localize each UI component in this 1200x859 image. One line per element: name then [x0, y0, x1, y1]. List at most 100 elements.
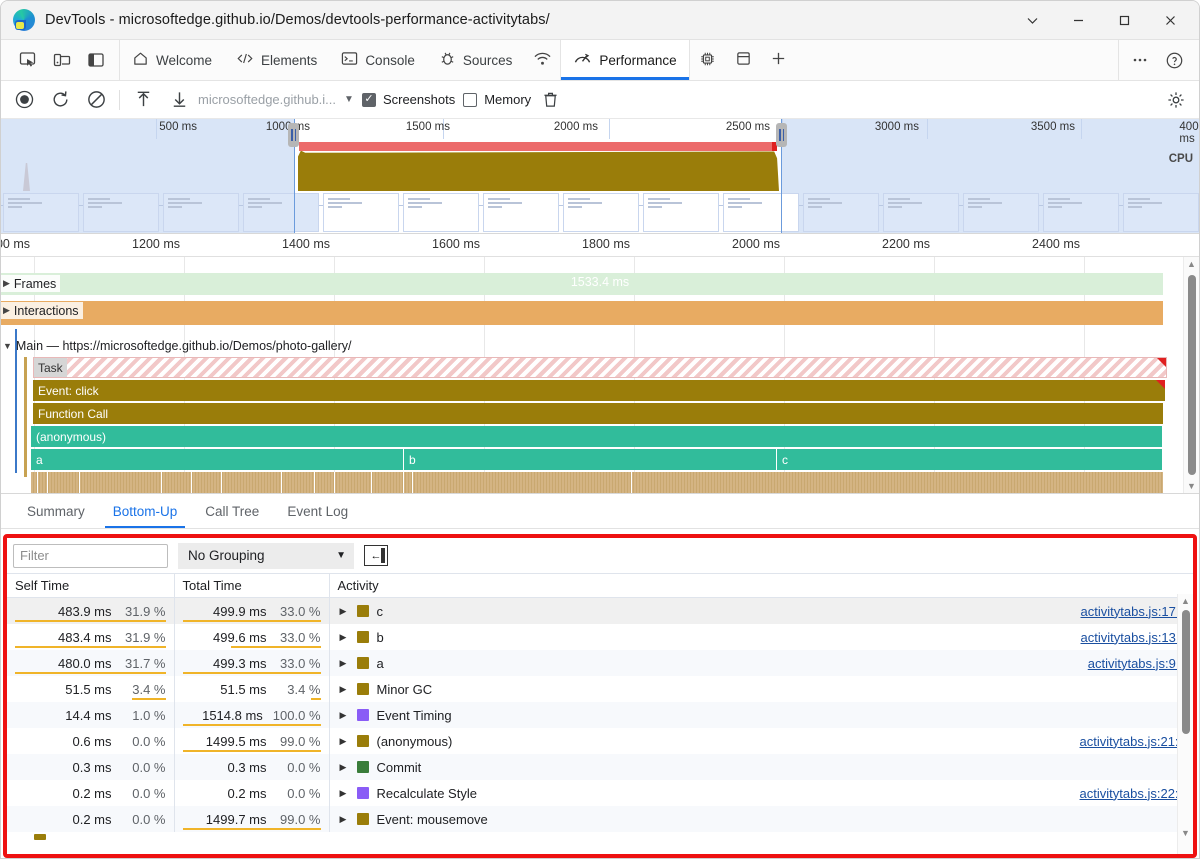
expand-triangle-icon[interactable]: ▶ — [340, 762, 349, 773]
expand-triangle-icon[interactable]: ▶ — [340, 606, 349, 617]
tab-summary[interactable]: Summary — [13, 494, 99, 528]
flame-bar-minor-gc-row[interactable] — [31, 472, 1163, 493]
table-row-partial[interactable] — [7, 832, 1193, 842]
recorded-url-dropdown[interactable]: microsoftedge.github.i... ▼ — [198, 92, 354, 107]
window-more-button[interactable] — [1009, 1, 1055, 39]
record-icon[interactable] — [7, 85, 41, 115]
filmstrip-screenshot[interactable] — [643, 193, 719, 232]
table-row[interactable]: 0.2 ms 0.0 % 1499.7 ms 99.0 % ▶ Event: mous… — [7, 806, 1193, 832]
source-link[interactable]: activitytabs.js:22:44 — [1080, 786, 1193, 801]
track-header-frames[interactable]: ▶ Frames — [1, 275, 61, 292]
flame-bar-function-call[interactable]: Function Call — [33, 403, 1163, 424]
table-row[interactable]: 483.4 ms 31.9 % 499.6 ms 33.0 % ▶ b activit… — [7, 624, 1193, 650]
clear-icon[interactable] — [79, 85, 113, 115]
filmstrip-screenshot[interactable] — [243, 193, 319, 232]
tab-welcome[interactable]: Welcome — [120, 40, 224, 80]
track-interactions-band[interactable] — [1, 301, 1163, 325]
overview-left-handle[interactable] — [288, 123, 299, 147]
collapse-caret-icon[interactable]: ▼ — [3, 341, 12, 351]
table-scrollbar[interactable]: ▲ ▼ — [1177, 594, 1193, 854]
memory-checkbox[interactable]: Memory — [463, 92, 531, 107]
scroll-up-arrow-icon[interactable]: ▲ — [1184, 257, 1199, 271]
column-header-total-time[interactable]: Total Time — [173, 573, 329, 598]
column-header-activity[interactable]: Activity — [328, 573, 1193, 598]
expand-triangle-icon[interactable]: ▶ — [340, 788, 349, 799]
window-close-button[interactable] — [1147, 1, 1193, 39]
tab-event-log[interactable]: Event Log — [273, 494, 362, 528]
reload-record-icon[interactable] — [43, 85, 77, 115]
expand-triangle-icon[interactable]: ▶ — [340, 814, 349, 825]
window-maximize-button[interactable] — [1101, 1, 1147, 39]
table-row[interactable]: 14.4 ms 1.0 % 1514.8 ms 100.0 % ▶ Event Tim… — [7, 702, 1193, 728]
filmstrip-screenshot[interactable] — [563, 193, 639, 232]
flame-bar-b[interactable]: b — [404, 449, 776, 470]
flame-bar-event-click[interactable]: Event: click — [33, 380, 1165, 401]
scroll-down-arrow-icon[interactable]: ▼ — [1184, 479, 1199, 493]
overview-right-handle[interactable] — [776, 123, 787, 147]
tab-network[interactable] — [524, 40, 561, 80]
tab-memory[interactable] — [689, 40, 726, 80]
filter-input[interactable] — [13, 543, 168, 568]
upload-profile-icon[interactable] — [126, 85, 160, 115]
flame-bar-a[interactable]: a — [31, 449, 403, 470]
filmstrip-screenshot[interactable] — [1043, 193, 1119, 232]
filmstrip-screenshot[interactable] — [803, 193, 879, 232]
tab-console[interactable]: Console — [329, 40, 427, 80]
expand-triangle-icon[interactable]: ▶ — [340, 684, 349, 695]
overview-filmstrip[interactable] — [1, 192, 1199, 233]
filmstrip-screenshot[interactable] — [83, 193, 159, 232]
screenshots-checkbox[interactable]: Screenshots — [361, 92, 455, 107]
expand-triangle-icon[interactable]: ▶ — [340, 736, 349, 747]
filmstrip-screenshot[interactable] — [483, 193, 559, 232]
table-row[interactable]: 51.5 ms 3.4 % 51.5 ms 3.4 % ▶ Minor GC — [7, 676, 1193, 702]
device-toolbar-icon[interactable] — [45, 45, 79, 75]
table-row[interactable]: 0.2 ms 0.0 % 0.2 ms 0.0 % ▶ Recalculate Sty… — [7, 780, 1193, 806]
expand-caret-icon[interactable]: ▶ — [3, 305, 10, 316]
table-row[interactable]: 480.0 ms 31.7 % 499.3 ms 33.0 % ▶ a activit… — [7, 650, 1193, 676]
grouping-dropdown[interactable]: No Grouping ▼ — [178, 542, 354, 569]
help-question-icon[interactable] — [1157, 45, 1191, 75]
filmstrip-screenshot[interactable] — [323, 193, 399, 232]
table-row[interactable]: 483.9 ms 31.9 % 499.9 ms 33.0 % ▶ c activit… — [7, 597, 1193, 624]
tab-add-panel-button[interactable] — [761, 40, 796, 80]
track-header-main[interactable]: ▼ Main — https://microsoftedge.github.io… — [1, 337, 356, 354]
expand-triangle-icon[interactable]: ▶ — [340, 710, 349, 721]
scroll-down-arrow-icon[interactable]: ▼ — [1178, 826, 1193, 840]
flame-bar-anonymous[interactable]: (anonymous) — [31, 426, 1162, 447]
dock-side-icon[interactable] — [79, 45, 113, 75]
filmstrip-screenshot[interactable] — [403, 193, 479, 232]
filmstrip-screenshot[interactable] — [723, 193, 799, 232]
more-options-icon[interactable] — [1123, 45, 1157, 75]
tab-elements[interactable]: Elements — [224, 40, 329, 80]
flame-bar-c[interactable]: c — [777, 449, 1162, 470]
table-row[interactable]: 0.6 ms 0.0 % 1499.5 ms 99.0 % ▶ (anonymous)… — [7, 728, 1193, 754]
scrollbar-thumb[interactable] — [1188, 275, 1196, 475]
expand-triangle-icon[interactable]: ▶ — [340, 658, 349, 669]
inspect-element-icon[interactable] — [11, 45, 45, 75]
settings-gear-icon[interactable] — [1159, 85, 1193, 115]
tab-application[interactable] — [726, 40, 761, 80]
expand-caret-icon[interactable]: ▶ — [3, 278, 10, 289]
track-header-interactions[interactable]: ▶ Interactions — [1, 302, 83, 319]
column-header-self-time[interactable]: Self Time — [7, 573, 174, 598]
scrollbar-thumb[interactable] — [1182, 610, 1190, 734]
window-minimize-button[interactable] — [1055, 1, 1101, 39]
filmstrip-screenshot[interactable] — [963, 193, 1039, 232]
delete-icon[interactable] — [533, 85, 567, 115]
flame-chart-section[interactable]: 00 ms 1200 ms 1400 ms 1600 ms 1800 ms 20… — [1, 234, 1199, 494]
filmstrip-screenshot[interactable] — [163, 193, 239, 232]
tab-bottom-up[interactable]: Bottom-Up — [99, 494, 192, 528]
source-link[interactable]: activitytabs.js:21:59 — [1080, 734, 1193, 749]
timeline-overview[interactable]: 500 ms 1000 ms 1500 ms 2000 ms 2500 ms 3… — [1, 119, 1199, 234]
flame-chart-scrollbar[interactable]: ▲ ▼ — [1183, 257, 1199, 493]
collapse-children-icon[interactable]: ← — [364, 545, 388, 566]
filmstrip-screenshot[interactable] — [1123, 193, 1199, 232]
expand-triangle-icon[interactable]: ▶ — [340, 632, 349, 643]
filmstrip-screenshot[interactable] — [3, 193, 79, 232]
table-row[interactable]: 0.3 ms 0.0 % 0.3 ms 0.0 % ▶ Commit — [7, 754, 1193, 780]
tab-sources[interactable]: Sources — [427, 40, 525, 80]
download-profile-icon[interactable] — [162, 85, 196, 115]
filmstrip-screenshot[interactable] — [883, 193, 959, 232]
scroll-up-arrow-icon[interactable]: ▲ — [1178, 594, 1193, 608]
tab-performance[interactable]: Performance — [561, 40, 689, 80]
